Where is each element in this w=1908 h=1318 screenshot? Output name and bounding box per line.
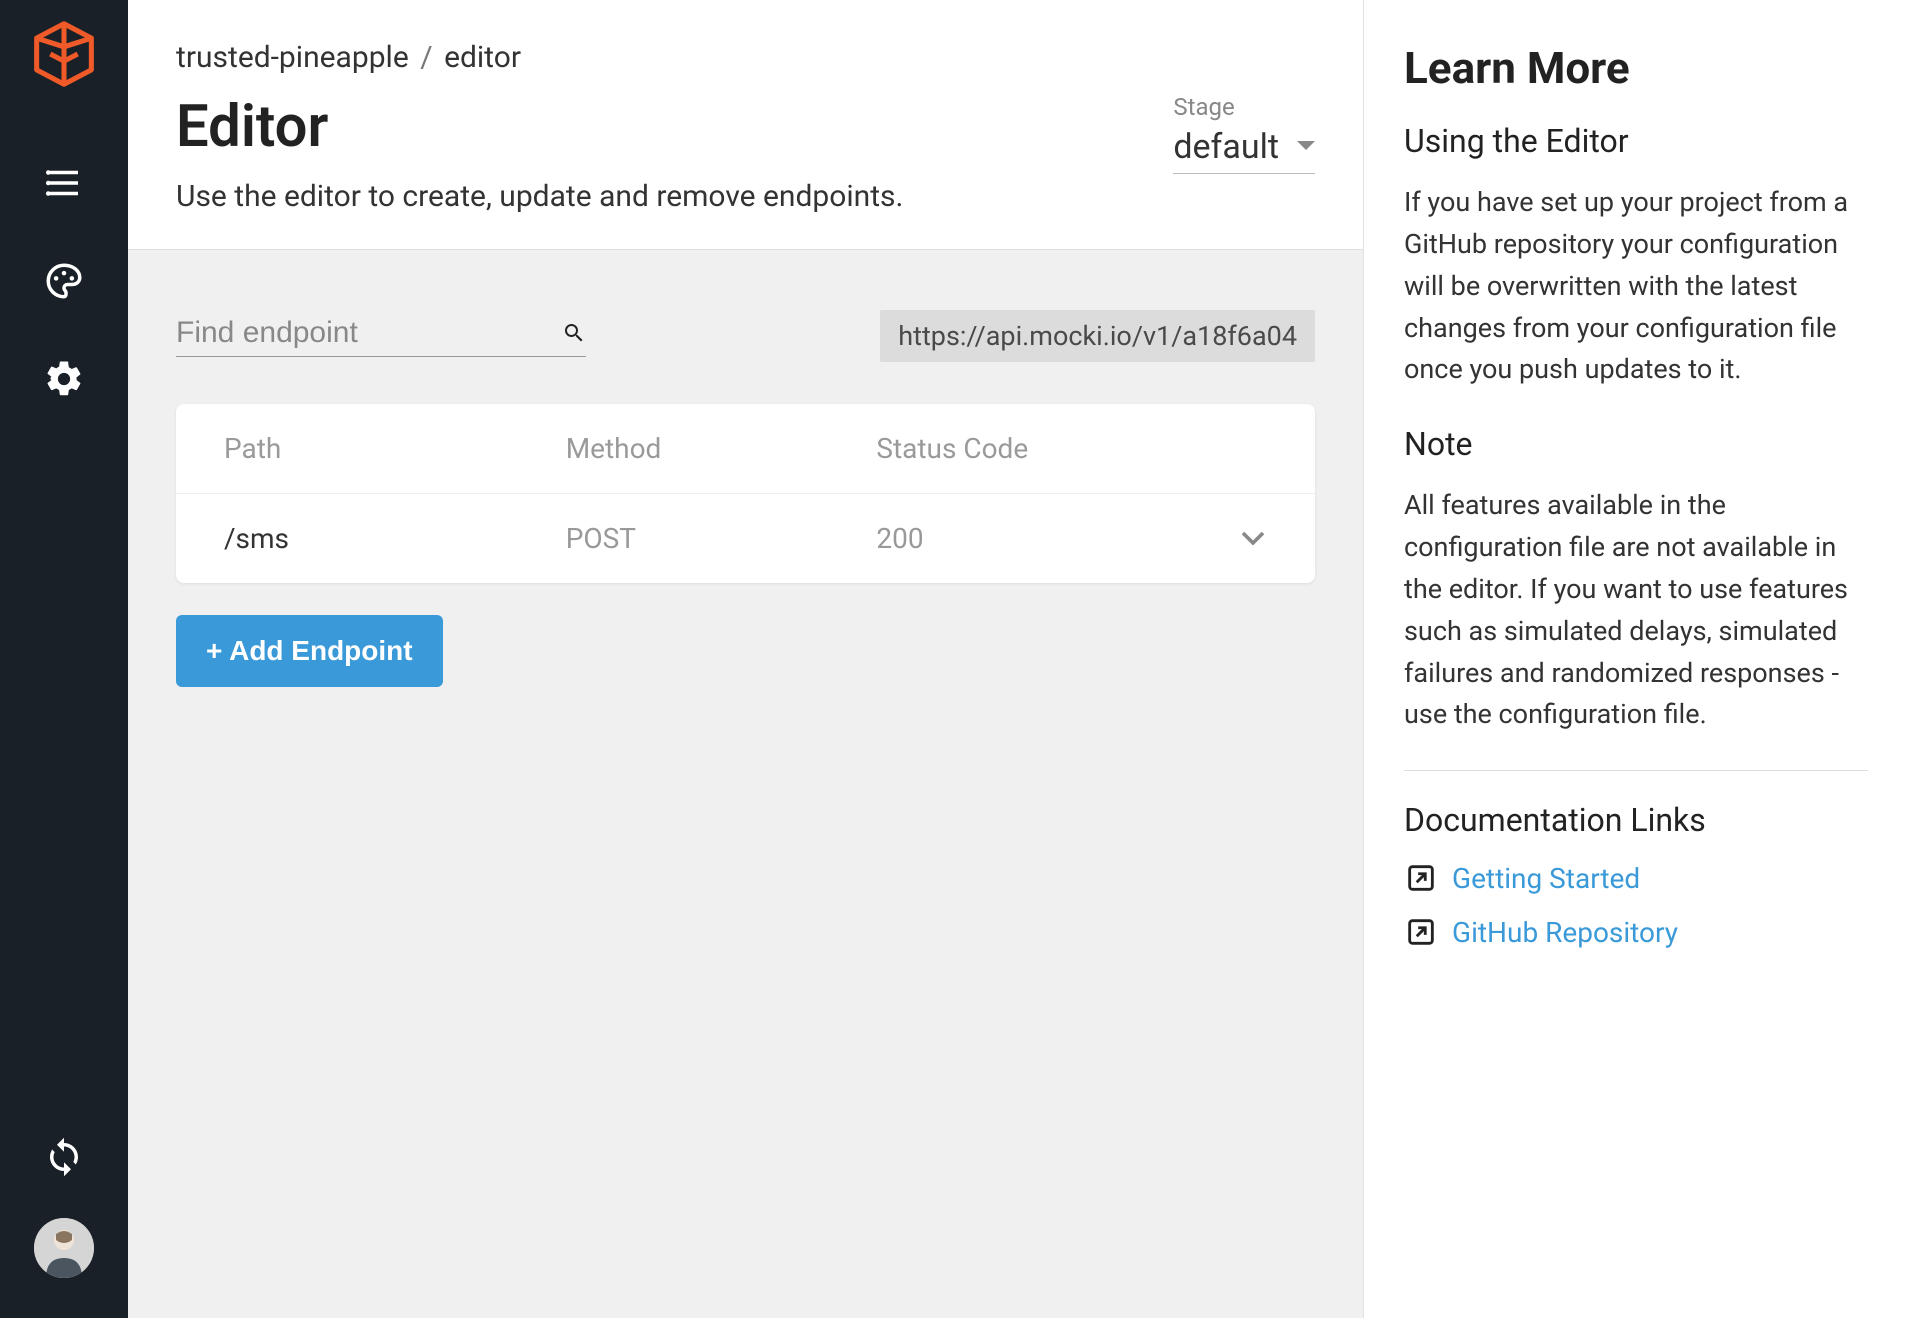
table-row[interactable]: /sms POST 200 xyxy=(176,494,1315,583)
table-header-row: Path Method Status Code xyxy=(176,404,1315,494)
breadcrumb-section[interactable]: editor xyxy=(444,40,521,75)
settings-icon[interactable] xyxy=(43,358,85,400)
doc-link-github-repo[interactable]: GitHub Repository xyxy=(1404,915,1868,949)
cell-status: 200 xyxy=(876,522,1187,555)
cell-path: /sms xyxy=(224,522,566,555)
table-header-method: Method xyxy=(566,432,877,465)
using-editor-heading: Using the Editor xyxy=(1404,122,1868,160)
logo-icon[interactable] xyxy=(28,18,100,94)
add-endpoint-button[interactable]: + Add Endpoint xyxy=(176,615,443,687)
search-input[interactable] xyxy=(176,316,562,350)
doc-link-label: GitHub Repository xyxy=(1452,916,1678,949)
search-wrapper xyxy=(176,316,586,357)
learn-more-title: Learn More xyxy=(1404,42,1868,94)
page-subtitle: Use the editor to create, update and rem… xyxy=(176,179,903,214)
endpoints-table: Path Method Status Code /sms POST 200 xyxy=(176,404,1315,583)
table-header-path: Path xyxy=(224,432,566,465)
doc-link-label: Getting Started xyxy=(1452,862,1640,895)
note-body: All features available in the configurat… xyxy=(1404,485,1868,736)
note-heading: Note xyxy=(1404,425,1868,463)
docs-heading: Documentation Links xyxy=(1404,801,1868,839)
user-avatar[interactable] xyxy=(34,1218,94,1278)
stage-select[interactable]: default xyxy=(1173,127,1315,174)
sync-icon[interactable] xyxy=(43,1136,85,1178)
table-header-status: Status Code xyxy=(876,432,1187,465)
sidebar-nav xyxy=(0,0,128,1318)
breadcrumb-project[interactable]: trusted-pineapple xyxy=(176,40,409,75)
search-icon[interactable] xyxy=(562,316,586,350)
page-title: Editor xyxy=(176,93,903,161)
using-editor-body: If you have set up your project from a G… xyxy=(1404,182,1868,391)
chevron-down-icon xyxy=(1297,141,1315,153)
stage-value: default xyxy=(1173,127,1279,167)
api-url[interactable]: https://api.mocki.io/v1/a18f6a04 xyxy=(880,310,1315,362)
doc-link-getting-started[interactable]: Getting Started xyxy=(1404,861,1868,895)
external-link-icon xyxy=(1404,861,1438,895)
endpoints-icon[interactable] xyxy=(43,162,85,204)
external-link-icon xyxy=(1404,915,1438,949)
theme-icon[interactable] xyxy=(43,260,85,302)
breadcrumb: trusted-pineapple / editor xyxy=(176,40,1315,75)
stage-label: Stage xyxy=(1173,93,1315,121)
chevron-down-icon[interactable] xyxy=(1239,531,1267,547)
cell-method: POST xyxy=(566,522,877,555)
breadcrumb-separator: / xyxy=(420,40,432,75)
divider xyxy=(1404,770,1868,771)
learn-more-panel: Learn More Using the Editor If you have … xyxy=(1363,0,1908,1318)
